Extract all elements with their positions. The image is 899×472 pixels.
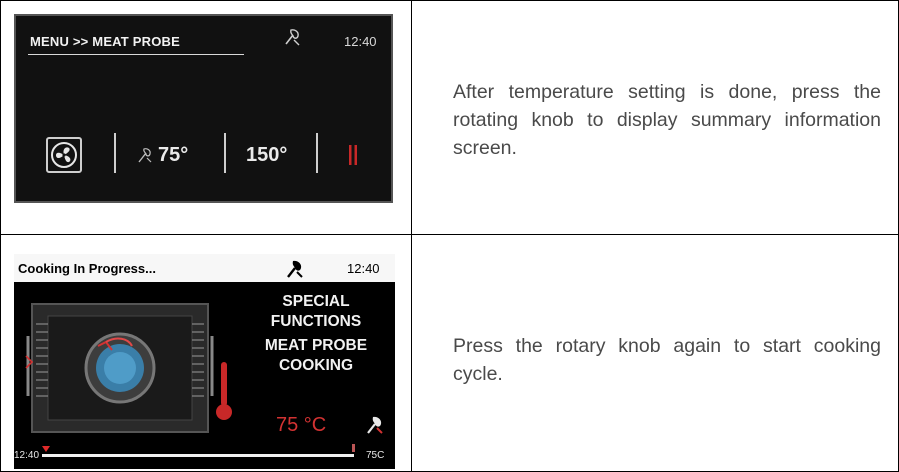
meat-probe-icon — [138, 148, 152, 163]
clock-time: 12:40 — [344, 34, 377, 49]
step-description: Press the rotary knob again to start coo… — [453, 335, 881, 385]
step-description: After temperature setting is done, press… — [453, 81, 881, 159]
separator — [224, 133, 226, 173]
progress-end-temperature: 75C — [366, 450, 385, 461]
cooking-progress-screen: Cooking In Progress... 12:40 SPECIAL FUN… — [14, 254, 395, 469]
progress-start-marker — [42, 446, 50, 452]
progress-end-marker — [352, 444, 355, 452]
meat-probe-icon — [287, 260, 303, 278]
fan-icon — [51, 142, 77, 168]
table-column-divider — [411, 0, 412, 472]
instruction-table: MENU >> MEAT PROBE 12:40 75° 150° After … — [0, 0, 899, 472]
table-border-top — [0, 0, 899, 1]
fan-mode-box — [46, 137, 82, 173]
table-row-divider — [0, 234, 899, 235]
function-line-2: FUNCTIONS — [270, 313, 362, 330]
screen-status-title: Cooking In Progress... — [18, 261, 156, 276]
header-underline — [28, 54, 244, 55]
thermometer-icon — [216, 362, 232, 420]
oven-cavity-icon — [25, 303, 214, 433]
meat-probe-icon — [285, 29, 300, 46]
cooking-progress-bar — [42, 454, 354, 457]
separator — [316, 133, 318, 173]
pause-icon — [349, 145, 357, 165]
function-line-1: SPECIAL — [282, 293, 350, 310]
oven-temperature: 150° — [246, 144, 288, 166]
screen-breadcrumb: MENU >> MEAT PROBE — [30, 34, 180, 49]
progress-start-time: 12:40 — [14, 450, 40, 461]
probe-temperature-readout: 75 °C — [276, 414, 327, 436]
meat-probe-icon — [367, 416, 383, 434]
clock-time: 12:40 — [347, 261, 380, 276]
function-line-3: MEAT PROBE — [264, 337, 368, 354]
probe-target-temperature: 75° — [158, 144, 189, 166]
separator — [114, 133, 116, 173]
function-line-4: COOKING — [278, 357, 354, 374]
meat-probe-settings-screen: MENU >> MEAT PROBE 12:40 75° 150° — [14, 14, 393, 203]
table-border-left — [0, 0, 1, 472]
